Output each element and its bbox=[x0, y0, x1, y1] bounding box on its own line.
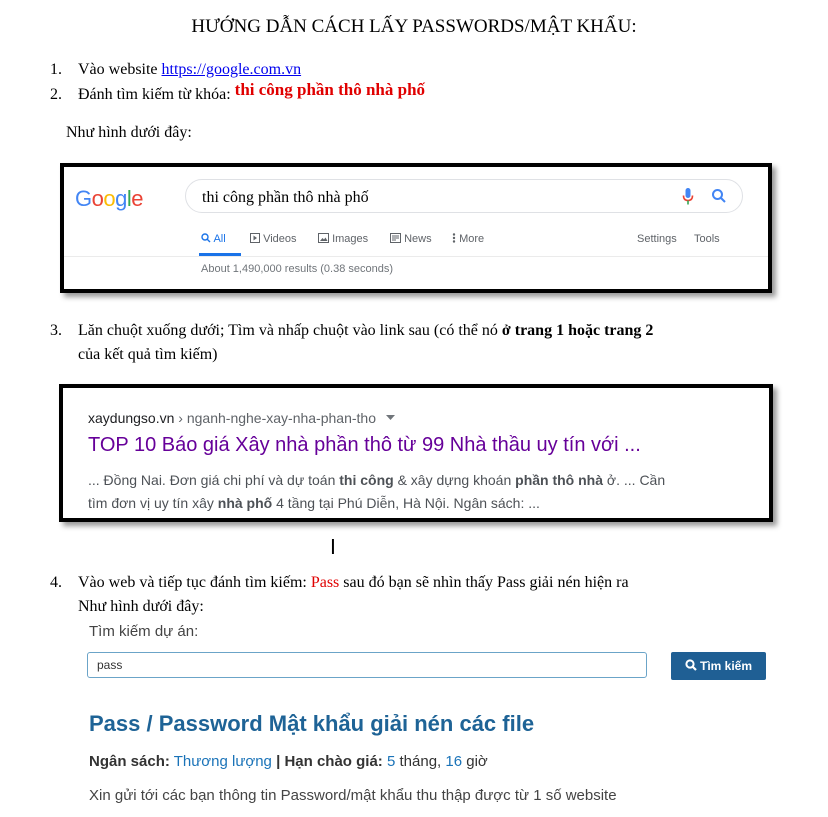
result-title[interactable]: TOP 10 Báo giá Xây nhà phần thô từ 99 Nh… bbox=[88, 434, 641, 457]
snippet-text: ở. ... Cần bbox=[603, 472, 666, 488]
google-search-query: thi công phần thô nhà phố bbox=[202, 189, 369, 206]
step-4: 4. Vào web và tiếp tục đánh tìm kiếm: Pas… bbox=[50, 574, 629, 592]
results-count: About 1,490,000 results (0.38 seconds) bbox=[201, 263, 394, 275]
separator: | bbox=[271, 753, 285, 770]
search-icon[interactable] bbox=[711, 188, 727, 204]
snippet-text: ... Đồng Nai. Đơn giá chi phí và dự toán bbox=[88, 472, 340, 488]
caret-down-icon[interactable] bbox=[385, 415, 395, 421]
search-icon bbox=[201, 233, 211, 243]
project-search-input[interactable]: pass bbox=[87, 652, 647, 678]
as-shown-caption: Như hình dưới đây: bbox=[66, 124, 192, 141]
tab-label: Videos bbox=[263, 233, 297, 245]
snippet-text: 4 tầng tại Phú Diễn, Hà Nội. Ngân sách: … bbox=[272, 495, 540, 511]
step-emphasis: ở trang 1 hoặc trang 2 bbox=[501, 322, 654, 339]
project-meta: Ngân sách: Thương lượng | Hạn chào giá: … bbox=[89, 753, 488, 770]
deadline-label: Hạn chào giá: bbox=[284, 753, 383, 770]
text-cursor-icon: I bbox=[330, 535, 336, 559]
divider bbox=[64, 256, 768, 257]
google-link[interactable]: https://google.com.vn bbox=[162, 61, 302, 78]
mic-icon[interactable] bbox=[682, 188, 694, 205]
step-4-line-2: Như hình dưới đây: bbox=[78, 598, 204, 615]
google-search-box[interactable]: thi công phần thô nhà phố bbox=[185, 179, 743, 213]
budget-value: Thương lượng bbox=[173, 753, 272, 770]
news-icon bbox=[390, 233, 401, 243]
step-text: Lăn chuột xuống dưới; Tìm và nhấp chuột … bbox=[78, 322, 502, 339]
step-3: 3. Lăn chuột xuống dưới; Tìm và nhấp chuộ… bbox=[50, 322, 653, 340]
tab-label: More bbox=[459, 233, 485, 245]
step-number: 4. bbox=[50, 574, 62, 591]
result-snippet-line-1: ... Đồng Nai. Đơn giá chi phí và dự toán… bbox=[88, 472, 665, 488]
deadline-hours: 16 bbox=[445, 753, 463, 770]
step-number: 3. bbox=[50, 322, 62, 339]
google-logo: Google bbox=[75, 186, 144, 211]
tab-label: Images bbox=[332, 233, 369, 245]
settings-link[interactable]: Settings bbox=[637, 233, 677, 245]
step-text: Vào website bbox=[78, 61, 162, 78]
tab-more[interactable]: More bbox=[452, 233, 484, 245]
tab-news[interactable]: News bbox=[390, 233, 432, 245]
button-label: Tìm kiếm bbox=[699, 659, 753, 673]
budget-label: Ngân sách: bbox=[89, 753, 170, 770]
result-domain: xaydungso.vn bbox=[88, 410, 175, 426]
snippet-text: & xây dựng khoán bbox=[393, 472, 516, 488]
image-icon bbox=[318, 233, 329, 243]
project-search-button[interactable]: Tìm kiếm bbox=[671, 652, 766, 680]
snippet-highlight: phần thô nhà bbox=[515, 472, 604, 488]
step-1: 1. Vào website https://google.com.vn bbox=[50, 61, 301, 79]
months-unit: tháng, bbox=[395, 753, 446, 770]
tab-all[interactable]: All bbox=[201, 233, 226, 245]
project-description: Xin gửi tới các bạn thông tin Password/m… bbox=[89, 787, 617, 804]
search-result-screenshot: xaydungso.vn › nganh-nghe-xay-nha-phan-t… bbox=[59, 384, 773, 522]
google-tabs: All Videos Images News More Settings Too… bbox=[64, 233, 768, 253]
tab-images[interactable]: Images bbox=[318, 233, 368, 245]
tab-label: News bbox=[404, 233, 432, 245]
document-title: HƯỚNG DẪN CÁCH LẤY PASSWORDS/MẬT KHẨU: bbox=[191, 16, 637, 37]
result-path: › nganh-nghe-xay-nha-phan-tho bbox=[174, 410, 376, 426]
step-text: sau đó bạn sẽ nhìn thấy Pass giải nén hi… bbox=[339, 574, 629, 591]
more-vertical-icon bbox=[452, 233, 456, 243]
tools-link[interactable]: Tools bbox=[694, 233, 720, 245]
project-search-label: Tìm kiếm dự án: bbox=[89, 623, 199, 640]
snippet-highlight: thi công bbox=[339, 472, 394, 488]
pass-keyword: Pass bbox=[310, 574, 340, 591]
step-2: 2. Đánh tìm kiếm từ khóa: thi công phần t… bbox=[50, 80, 425, 104]
tab-videos[interactable]: Videos bbox=[250, 233, 297, 245]
step-number: 1. bbox=[50, 61, 62, 78]
search-icon bbox=[685, 659, 697, 671]
step-number: 2. bbox=[50, 86, 62, 103]
step-3-line-2: của kết quả tìm kiếm) bbox=[78, 346, 218, 363]
snippet-highlight: nhà phố bbox=[217, 495, 273, 511]
hours-unit: giờ bbox=[462, 753, 488, 770]
snippet-text: tìm đơn vị uy tín xây bbox=[88, 495, 218, 511]
search-keyword: thi công phần thô nhà phố bbox=[234, 80, 426, 99]
video-icon bbox=[250, 233, 260, 243]
result-url[interactable]: xaydungso.vn › nganh-nghe-xay-nha-phan-t… bbox=[88, 410, 395, 426]
step-text: Vào web và tiếp tục đánh tìm kiếm: bbox=[78, 574, 311, 591]
google-screenshot: Google thi công phần thô nhà phố All Vid… bbox=[60, 163, 772, 293]
result-snippet-line-2: tìm đơn vị uy tín xây nhà phố 4 tầng tại… bbox=[88, 495, 540, 511]
project-result-title[interactable]: Pass / Password Mật khẩu giải nén các fi… bbox=[89, 711, 534, 737]
step-text: Đánh tìm kiếm từ khóa: bbox=[78, 86, 235, 103]
tab-label: All bbox=[213, 233, 226, 245]
